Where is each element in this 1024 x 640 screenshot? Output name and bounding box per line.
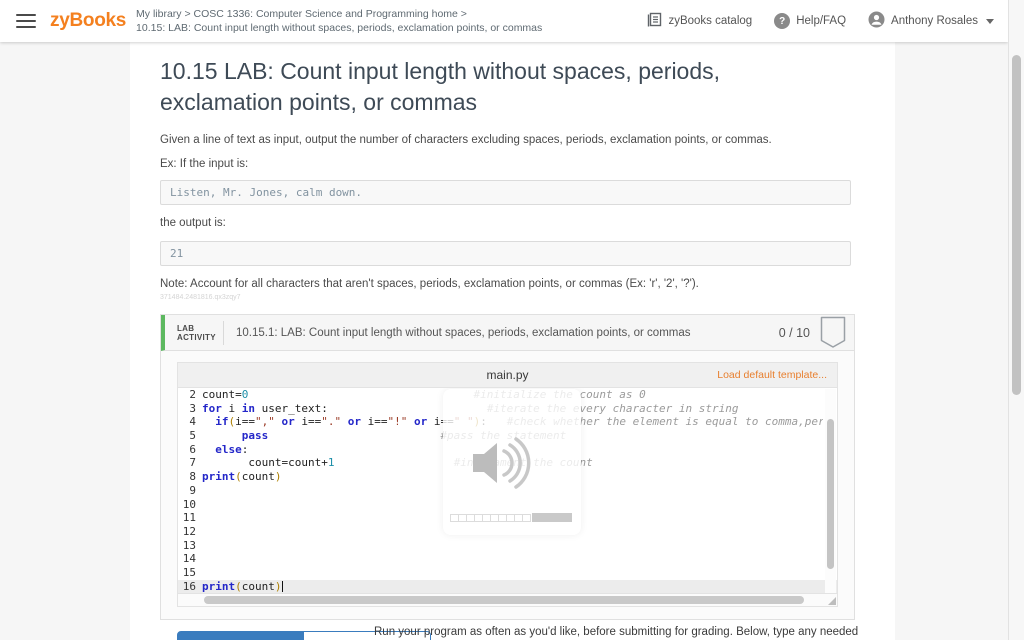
chevron-down-icon — [986, 18, 994, 24]
score-badge: 0 / 10 — [778, 325, 810, 340]
line-number: 14 — [182, 552, 196, 566]
divider — [223, 320, 224, 345]
line-number: 7 — [189, 456, 196, 470]
line-number: 12 — [182, 524, 196, 538]
top-bar: zyBooks My library > COSC 1336: Computer… — [0, 0, 1008, 42]
code-line[interactable]: 15 — [178, 566, 837, 580]
example-intro: Ex: If the input is: — [160, 158, 249, 170]
watermark-text: 371484.2481816.qx3zqy7 — [160, 294, 241, 301]
lab-description: Given a line of text as input, output th… — [160, 134, 772, 146]
zybooks-catalog-link[interactable]: zyBooks catalog — [647, 12, 752, 30]
example-output-box: 21 — [160, 241, 851, 266]
footer-instructions: Run your program as often as you'd like,… — [374, 626, 859, 638]
line-number: 16 — [182, 579, 196, 593]
code-line[interactable]: 13 — [178, 539, 837, 553]
example-input-box: Listen, Mr. Jones, calm down. — [160, 180, 851, 205]
breadcrumb-line-1[interactable]: My library > COSC 1336: Computer Science… — [136, 7, 542, 21]
editor-filename: main.py — [486, 368, 529, 382]
code-text: print(count) — [202, 579, 283, 593]
lab-activity-title: 10.15.1: LAB: Count input length without… — [236, 326, 691, 339]
line-number: 10 — [182, 497, 196, 511]
catalog-icon — [647, 12, 662, 30]
catalog-label: zyBooks catalog — [668, 15, 753, 27]
lab-activity-card: LAB ACTIVITY 10.15.1: LAB: Count input l… — [160, 314, 855, 620]
help-faq-link[interactable]: ? Help/FAQ — [774, 13, 846, 29]
line-number: 8 — [189, 470, 196, 484]
line-number: 13 — [182, 538, 196, 552]
page-scrollbar-thumb[interactable] — [1012, 55, 1021, 395]
editor-hscrollbar[interactable] — [177, 594, 838, 607]
user-avatar-icon — [868, 11, 885, 31]
line-number: 2 — [189, 388, 196, 401]
code-line[interactable]: 14 — [178, 552, 837, 566]
main-content: 10.15 LAB: Count input length without sp… — [130, 42, 895, 640]
line-number: 5 — [189, 429, 196, 443]
line-number: 9 — [189, 483, 196, 497]
load-default-template-link[interactable]: Load default template... — [717, 369, 827, 381]
speaker-icon[interactable] — [463, 427, 535, 504]
page-scrollbar[interactable] — [1008, 0, 1024, 640]
user-menu[interactable]: Anthony Rosales — [868, 11, 994, 31]
lab-activity-type-label: LAB ACTIVITY — [177, 323, 216, 342]
help-icon: ? — [774, 13, 791, 29]
line-number: 6 — [189, 442, 196, 456]
breadcrumb: My library > COSC 1336: Computer Science… — [136, 7, 542, 35]
caption-overlay — [443, 389, 581, 535]
code-line[interactable]: 16 print(count) — [178, 579, 837, 593]
user-name: Anthony Rosales — [891, 15, 978, 27]
line-number: 11 — [182, 511, 196, 525]
editor-hscrollbar-thumb[interactable] — [204, 596, 804, 604]
page-title: 10.15 LAB: Count input length without sp… — [160, 58, 721, 115]
resize-handle[interactable] — [828, 597, 836, 605]
help-label: Help/FAQ — [796, 15, 847, 27]
editor-header: main.py Load default template... — [177, 362, 838, 388]
zybooks-logo[interactable]: zyBooks — [50, 10, 126, 32]
output-intro: the output is: — [160, 217, 226, 229]
line-number: 3 — [189, 401, 196, 415]
develop-mode-button[interactable] — [177, 631, 303, 640]
progress-fill — [532, 513, 572, 522]
shield-bookmark-icon[interactable] — [820, 316, 846, 349]
progress-segment — [522, 513, 531, 522]
lab-activity-header: LAB ACTIVITY 10.15.1: LAB: Count input l… — [161, 315, 854, 351]
caption-progress[interactable] — [450, 513, 572, 522]
breadcrumb-line-2[interactable]: 10.15: LAB: Count input length without s… — [136, 21, 542, 35]
editor-vscrollbar[interactable] — [825, 389, 836, 593]
line-number: 4 — [189, 415, 196, 429]
editor-vscrollbar-thumb[interactable] — [827, 419, 834, 569]
note-text: Note: Account for all characters that ar… — [160, 278, 699, 290]
code-editor[interactable]: 2count=0 #initialize the count as 03for … — [177, 388, 838, 594]
line-number: 15 — [182, 565, 196, 579]
text-cursor — [281, 580, 283, 592]
hamburger-menu-icon[interactable] — [16, 14, 36, 28]
page: zyBooks My library > COSC 1336: Computer… — [0, 0, 1024, 640]
